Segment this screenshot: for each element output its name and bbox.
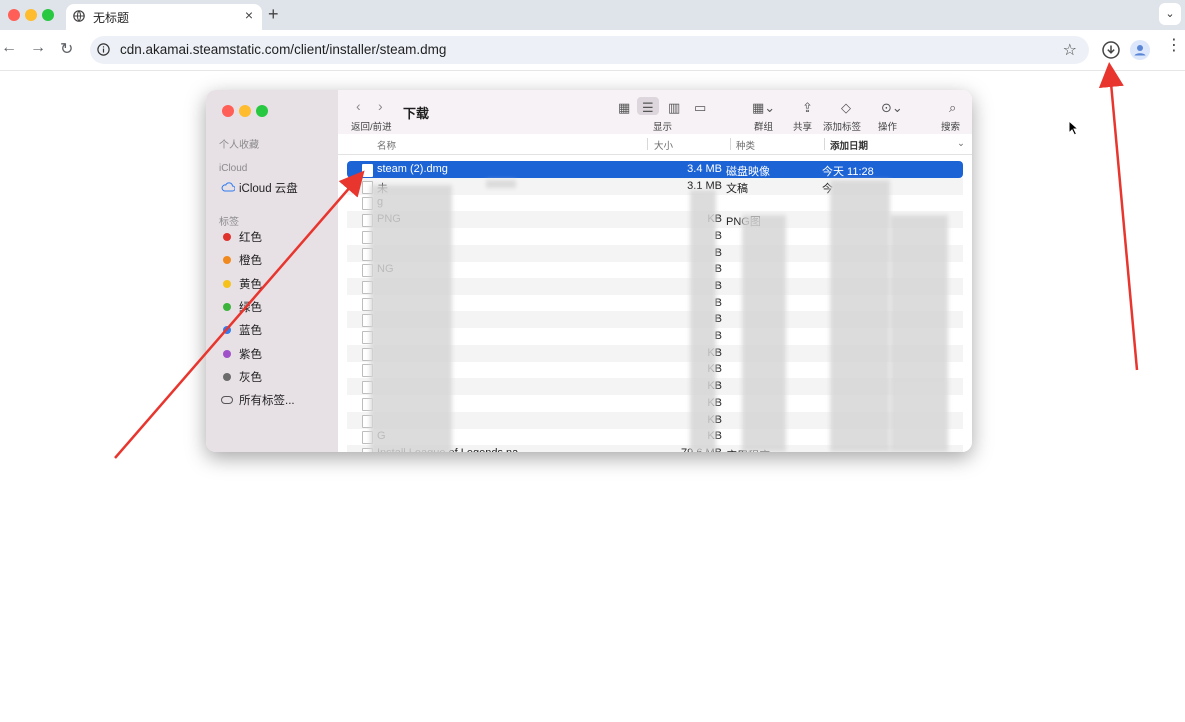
globe-icon [73,10,85,22]
back-chevron-icon[interactable]: ‹ [356,98,361,114]
mouse-pointer-icon [1068,120,1080,136]
site-info-icon[interactable] [97,43,110,56]
icon-view-icon[interactable]: ▦ [618,100,630,116]
finder-close-button[interactable] [222,105,234,117]
reload-button[interactable]: ↻ [60,39,73,59]
sidebar-item-label: 所有标签... [239,395,295,407]
annotation-arrow-to-download [1098,62,1139,371]
sidebar-item-label: iCloud 云盘 [239,183,298,195]
favorites-header: 个人收藏 [219,140,259,151]
column-name[interactable]: 名称 [377,138,396,152]
sidebar-item-label: 绿色 [239,302,262,314]
tab-active[interactable]: 无标题 × [66,4,262,30]
column-kind[interactable]: 种类 [736,138,755,152]
search-label: 搜索 [941,122,961,133]
url-text[interactable]: cdn.akamai.steamstatic.com/client/instal… [120,42,446,57]
file-date: 今天 11:28 [822,166,874,178]
share-icon[interactable]: ⇪ [802,100,813,116]
column-divider [730,138,731,150]
sort-chevron-icon[interactable]: ⌄ [957,138,965,149]
finder-zoom-button[interactable] [256,105,268,117]
browser-menu-button[interactable]: ⋮ [1166,38,1182,54]
icloud-header: iCloud [219,163,248,174]
address-bar[interactable]: cdn.akamai.steamstatic.com/client/instal… [90,36,1089,64]
profile-avatar[interactable] [1130,40,1150,60]
pixelated-region [830,180,890,452]
tag-color-dot [223,303,231,311]
pixelated-region [690,190,716,452]
file-kind: 磁盘映像 [726,166,770,178]
new-tab-button[interactable]: + [268,4,279,25]
tag-color-dot [223,350,231,358]
search-icon[interactable]: ⌕ [949,100,956,116]
sidebar-item-label: 紫色 [239,349,262,361]
tag-color-dot [223,256,231,264]
column-divider [824,138,825,150]
pixelated-region [742,215,786,452]
finder-toolbar: ‹ › 返回/前进 下载 ▦ ☰ ▥ ▭ 显示 ▦⌄ 群组 ⇪ 共享 ◇ 添加标… [338,90,972,134]
tag-color-dot [223,326,231,334]
view-label: 显示 [653,122,673,133]
finder-sidebar: 个人收藏 iCloud iCloud 云盘 标签 红色 橙色 黄色 绿色 蓝色 [206,90,338,452]
column-size[interactable]: 大小 [654,138,673,152]
file-icon [362,164,373,177]
back-button[interactable]: ← [1,39,17,57]
tab-close-icon[interactable]: × [245,8,253,22]
close-window-button[interactable] [8,9,20,21]
file-row-selected[interactable]: steam (2).dmg 3.4 MB 磁盘映像 今天 11:28 [347,161,963,178]
window-title: 下载 [403,106,430,121]
tags-header: 标签 [219,217,239,228]
tab-strip: 无标题 × + ⌄ [0,0,1185,30]
group-icon[interactable]: ▦⌄ [752,100,775,116]
sidebar-item-label: 蓝色 [239,325,262,337]
sidebar-item-label: 橙色 [239,255,262,267]
group-label: 群组 [754,122,774,133]
tag-color-dot [223,280,231,288]
pixelated-region [890,215,948,452]
file-size: 3.4 MB [687,163,722,175]
action-icon[interactable]: ⊙⌄ [881,100,903,116]
pixelated-region [486,180,516,188]
column-date[interactable]: 添加日期 [830,138,868,152]
gallery-view-icon[interactable]: ▭ [694,100,706,116]
nav-label: 返回/前进 [351,122,392,133]
forward-chevron-icon[interactable]: › [378,98,383,114]
tag-color-dot [223,373,231,381]
tab-title: 无标题 [93,11,130,25]
bookmark-star-icon[interactable]: ☆ [1063,40,1077,60]
all-tags-icon [221,396,233,404]
list-view-icon[interactable]: ☰ [642,100,654,116]
finder-window: 个人收藏 iCloud iCloud 云盘 标签 红色 橙色 黄色 绿色 蓝色 [206,90,972,452]
download-icon[interactable] [1101,40,1121,60]
cloud-icon [221,182,235,192]
forward-button[interactable]: → [30,39,46,57]
minimize-window-button[interactable] [25,9,37,21]
tag-icon[interactable]: ◇ [841,100,851,116]
zoom-window-button[interactable] [42,9,54,21]
browser-toolbar: ← → ↻ cdn.akamai.steamstatic.com/client/… [0,30,1185,71]
tab-search-button[interactable]: ⌄ [1159,3,1181,25]
sidebar-item-label: 黄色 [239,279,262,291]
column-view-icon[interactable]: ▥ [668,100,680,116]
tag-color-dot [223,233,231,241]
finder-main: ‹ › 返回/前进 下载 ▦ ☰ ▥ ▭ 显示 ▦⌄ 群组 ⇪ 共享 ◇ 添加标… [338,90,972,452]
sidebar-item-label: 红色 [239,232,262,244]
person-icon [1134,45,1146,56]
add-tag-label: 添加标签 [823,122,862,133]
file-name: steam (2).dmg [377,163,448,175]
pixelated-region [370,185,452,452]
sidebar-item-label: 灰色 [239,372,262,384]
column-divider [647,138,648,150]
action-label: 操作 [878,122,898,133]
column-header: 名称 大小 种类 添加日期 ⌄ [338,134,972,155]
share-label: 共享 [793,122,813,133]
finder-minimize-button[interactable] [239,105,251,117]
